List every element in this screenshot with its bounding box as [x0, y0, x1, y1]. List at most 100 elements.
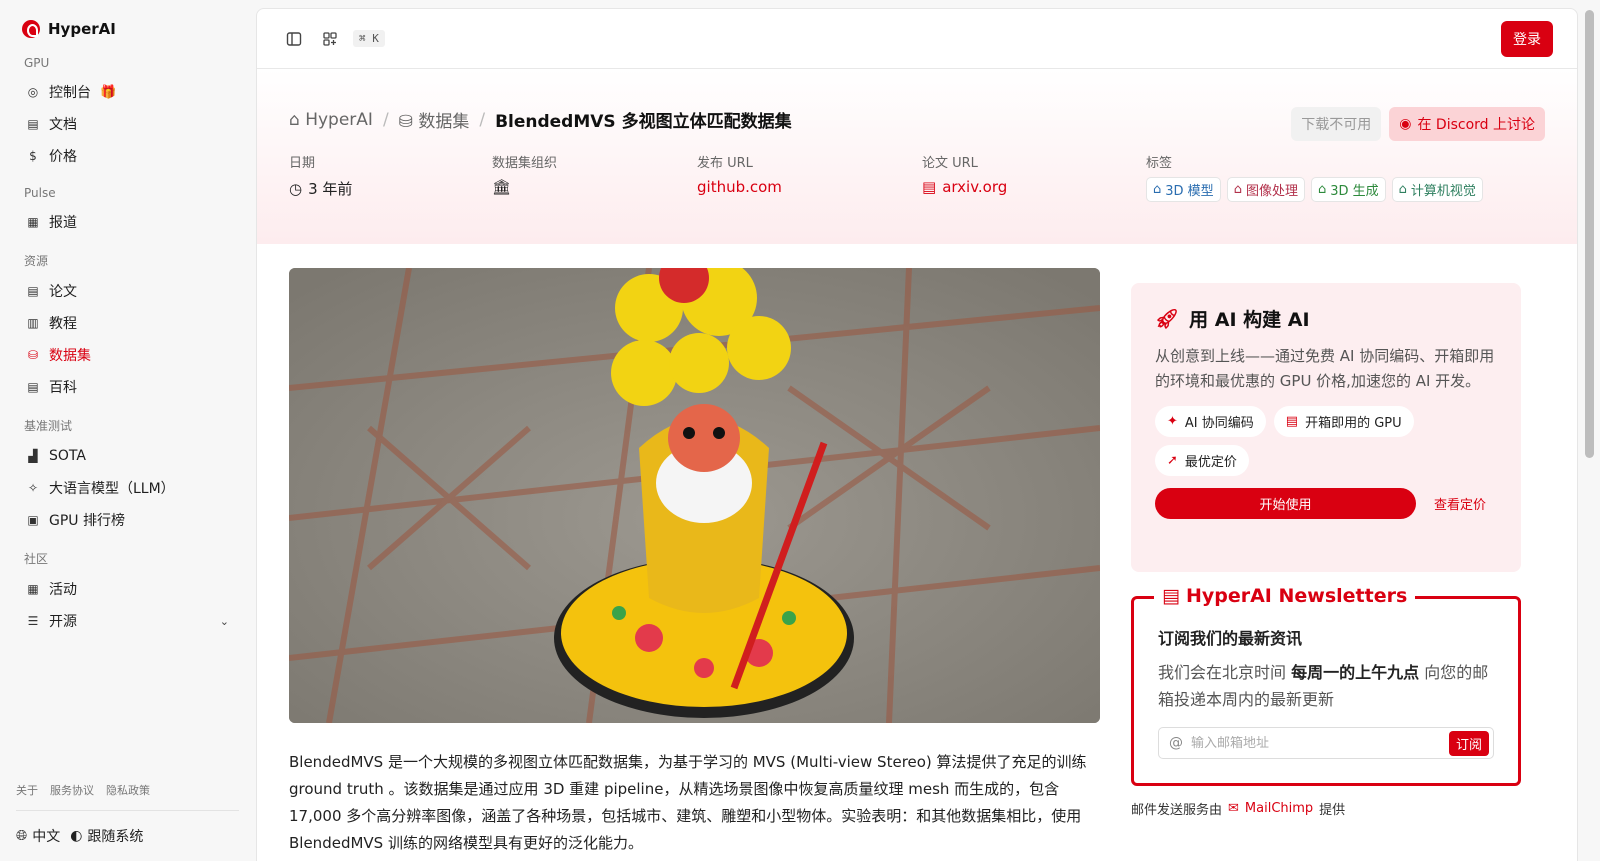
page-scrollbar[interactable] [1578, 0, 1600, 861]
sidebar-item-docs[interactable]: ▤ 文档 [16, 108, 239, 140]
sidebar-item-label: 报道 [49, 215, 77, 231]
tag-icon: ⌂ [1398, 182, 1407, 197]
meta-tags: 标签 ⌂ 3D 模型 ⌂ 图像处理 ⌂ 3D 生成 ⌂ 计算机视觉 [1146, 152, 1483, 202]
institution-icon: 🏛︎ [492, 178, 512, 196]
release-url-link[interactable]: github.com [697, 178, 922, 196]
email-input[interactable] [1191, 735, 1441, 751]
sidebar-item-label: SOTA [49, 448, 86, 464]
sidebar-item-label: 百科 [49, 380, 77, 396]
breadcrumb-home[interactable]: ⌂ HyperAI [289, 110, 373, 130]
tag-list: ⌂ 3D 模型 ⌂ 图像处理 ⌂ 3D 生成 ⌂ 计算机视觉 [1146, 177, 1483, 202]
scrollbar-thumb[interactable] [1585, 10, 1594, 458]
globe-icon: 🌐︎ [16, 828, 28, 844]
header-actions: 下载不可用 ◉ 在 Discord 上讨论 [1291, 107, 1545, 141]
subscribe-form: @ 订阅 [1158, 727, 1494, 759]
dataset-content: BlendedMVS 是一个大规模的多视图立体匹配数据集，为基于学习的 MVS … [257, 244, 1577, 861]
cta-description: 从创意到上线——通过免费 AI 协同编码、开箱即用的环境和最优惠的 GPU 价格… [1155, 347, 1495, 390]
brand[interactable]: HyperAI [22, 20, 239, 38]
sidebar-item-opensource[interactable]: ☰ 开源 ⌄ [16, 605, 239, 637]
meta-org-label: 数据集组织 [492, 156, 558, 171]
start-button[interactable]: 开始使用 [1155, 488, 1416, 519]
tag-computer-vision[interactable]: ⌂ 计算机视觉 [1391, 177, 1483, 202]
dataset-header: ⌂ HyperAI / ⛁ 数据集 / BlendedMVS 多视图立体匹配数据… [257, 69, 1577, 244]
mail-icon: ✉ [1228, 801, 1239, 816]
discord-discuss-button[interactable]: ◉ 在 Discord 上讨论 [1389, 107, 1545, 141]
meta-release-label: 发布 URL [697, 156, 753, 171]
footer-link-about[interactable]: 关于 [16, 782, 38, 798]
tag-3d-model[interactable]: ⌂ 3D 模型 [1146, 177, 1221, 202]
breadcrumb-separator: / [382, 109, 389, 130]
sidebar-item-label: 大语言模型（LLM） [49, 481, 175, 497]
section-title-benchmarks: 基准测试 [24, 419, 73, 433]
page-title: BlendedMVS 多视图立体匹配数据集 [495, 112, 792, 132]
cta-title-text: 用 AI 构建 AI [1189, 309, 1310, 331]
rocket-icon: 🚀︎ [1155, 308, 1180, 330]
sidebar-item-news[interactable]: ▦ 报道 [16, 206, 239, 238]
sidebar-item-label: 论文 [49, 284, 77, 300]
sidebar-item-sota[interactable]: ▟ SOTA [16, 440, 239, 472]
dataset-meta: 日期 ◷ 3 年前 数据集组织 🏛︎ 发布 URL github.com 论文 … [289, 152, 1545, 202]
sidebar-item-gpu-leaderboard[interactable]: ▣ GPU 排行榜 [16, 504, 239, 536]
news-icon: ▦ [27, 215, 39, 229]
footer-link-terms[interactable]: 服务协议 [50, 782, 94, 798]
newsletter-legend-text: HyperAI Newsletters [1185, 585, 1408, 607]
view-pricing-link[interactable]: 查看定价 [1434, 494, 1486, 513]
sidebar-item-label: 活动 [49, 582, 77, 598]
mailchimp-link[interactable]: MailChimp [1245, 801, 1313, 816]
theme-switch[interactable]: ◐ 跟随系统 [70, 826, 143, 846]
breadcrumb-home-label: HyperAI [305, 109, 373, 130]
mail-note-prefix: 邮件发送服务由 [1131, 803, 1223, 818]
newsletter-text-bold: 每周一的上午九点 [1291, 663, 1420, 682]
download-unavailable-button: 下载不可用 [1291, 107, 1382, 141]
cta-title: 🚀︎ 用 AI 构建 AI [1155, 305, 1497, 332]
sidebar-item-label: 价格 [49, 149, 77, 165]
meta-release: 发布 URL github.com [697, 152, 922, 202]
chip-label: AI 协同编码 [1184, 416, 1254, 431]
chip-best-price: ➚ 最优定价 [1155, 445, 1249, 476]
paper-url-link[interactable]: ▤ arxiv.org [922, 178, 1146, 196]
chip-label: 最优定价 [1184, 455, 1237, 470]
tag-3d-generation[interactable]: ⌂ 3D 生成 [1310, 177, 1386, 202]
tag-icon: ⌂ [1233, 182, 1242, 197]
chevron-down-icon: ⌄ [219, 614, 229, 628]
sidebar-item-label: 文档 [49, 117, 77, 133]
dataset-description: BlendedMVS 是一个大规模的多视图立体匹配数据集，为基于学习的 MVS … [289, 753, 1087, 852]
subscribe-button[interactable]: 订阅 [1448, 730, 1489, 756]
sidebar-item-label: 教程 [49, 316, 77, 332]
newsletter-text: 我们会在北京时间 每周一的上午九点 向您的邮箱投递本周内的最新更新 [1158, 659, 1494, 713]
list-icon: ☰ [27, 614, 39, 628]
sparkle-icon: ✦ [1167, 414, 1178, 429]
sidebar-item-tutorials[interactable]: ▥ 教程 [16, 307, 239, 339]
chip-label: 开箱即用的 GPU [1305, 416, 1402, 431]
brand-name: HyperAI [48, 20, 116, 38]
home-icon: ⌂ [289, 109, 300, 130]
breadcrumb-datasets[interactable]: ⛁ 数据集 [399, 107, 470, 132]
sidebar: HyperAI GPU ◎ 控制台 🎁 ▤ 文档 $ 价格 Pulse ▦ 报道… [0, 0, 255, 861]
footer-link-privacy[interactable]: 隐私政策 [106, 782, 150, 798]
theme-label: 跟随系统 [87, 829, 144, 845]
section-title-pulse: Pulse [24, 186, 56, 200]
sidebar-item-papers[interactable]: ▤ 论文 [16, 275, 239, 307]
dataset-hero-image [289, 268, 1100, 723]
paper-icon: ▤ [27, 284, 39, 298]
command-shortcut[interactable]: ⌘ K [353, 30, 385, 47]
newspaper-icon: ▤ [1162, 585, 1180, 607]
sidebar-item-datasets[interactable]: ⛁ 数据集 [16, 339, 239, 371]
sidebar-item-events[interactable]: ▦ 活动 [16, 573, 239, 605]
apps-grid-icon[interactable] [317, 26, 343, 52]
sidebar-toggle-icon[interactable] [281, 26, 307, 52]
tag-image-processing[interactable]: ⌂ 图像处理 [1226, 177, 1305, 202]
language-switch[interactable]: 🌐︎ 中文 [16, 826, 60, 846]
at-icon: @ [1169, 735, 1183, 751]
sidebar-item-label: 控制台 [49, 85, 91, 101]
section-title-community: 社区 [24, 552, 49, 566]
sidebar-item-llm[interactable]: ✧ 大语言模型（LLM） [16, 472, 239, 504]
sidebar-item-wiki[interactable]: ▤ 百科 [16, 371, 239, 403]
sidebar-item-label: 数据集 [49, 348, 91, 364]
login-button[interactable]: 登录 [1501, 20, 1553, 57]
sidebar-item-pricing[interactable]: $ 价格 [16, 140, 239, 172]
sidebar-item-console[interactable]: ◎ 控制台 🎁 [16, 76, 239, 108]
meta-date-value: 3 年前 [308, 180, 353, 198]
dollar-icon: $ [29, 149, 37, 163]
tag-label: 计算机视觉 [1410, 184, 1476, 199]
